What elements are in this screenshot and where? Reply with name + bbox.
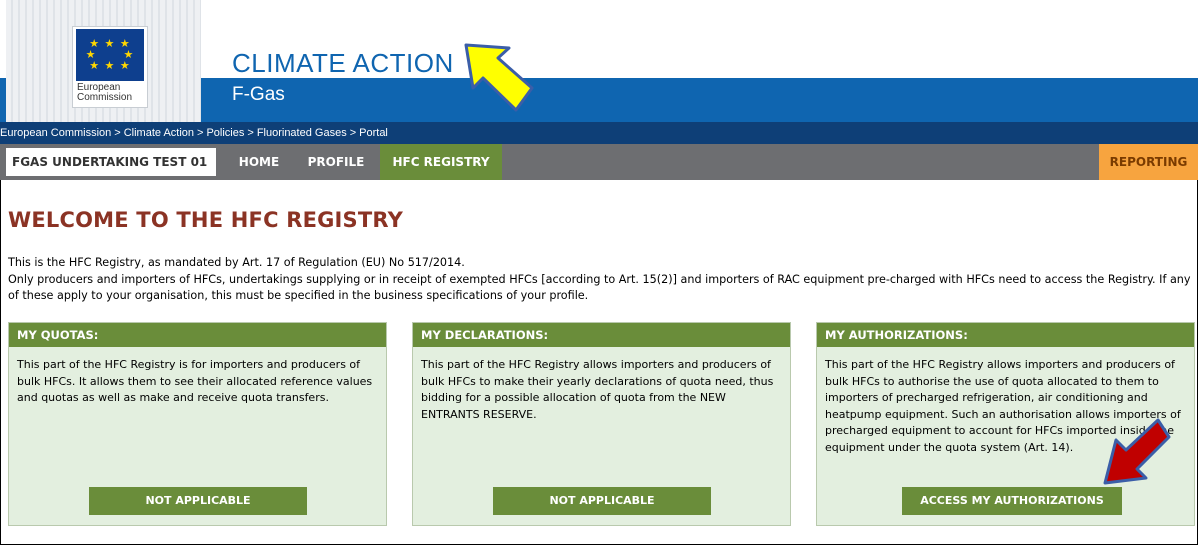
intro-text: This is the HFC Registry, as mandated by… [8, 255, 1193, 305]
breadcrumb-item-portal[interactable]: Portal [359, 127, 388, 139]
page-title: WELCOME TO THE HFC REGISTRY [8, 208, 404, 232]
panel-description: This part of the HFC Registry allows imp… [825, 358, 1181, 454]
european-commission-logo[interactable]: ★ ★ ★ ★ ★ ★ ★ ★ European Commission [72, 26, 148, 108]
breadcrumb-item-policies[interactable]: Policies [206, 127, 244, 139]
panel-title: MY AUTHORIZATIONS: [817, 323, 1194, 347]
access-my-authorizations-button[interactable]: ACCESS MY AUTHORIZATIONS [902, 487, 1122, 515]
tab-hfc-registry[interactable]: HFC REGISTRY [380, 144, 502, 180]
panel-title: MY DECLARATIONS: [413, 323, 790, 347]
main-nav: FGAS UNDERTAKING TEST 01 HOME PROFILE HF… [0, 144, 1198, 180]
breadcrumb-item-fluorinated-gases[interactable]: Fluorinated Gases [257, 127, 347, 139]
quotas-not-applicable-button[interactable]: NOT APPLICABLE [89, 487, 307, 515]
breadcrumb-item-european-commission[interactable]: European Commission [0, 127, 111, 139]
tab-profile[interactable]: PROFILE [296, 144, 376, 180]
logo-background: ★ ★ ★ ★ ★ ★ ★ ★ European Commission [6, 0, 201, 122]
eu-flag-icon: ★ ★ ★ ★ ★ ★ ★ ★ [76, 29, 144, 81]
breadcrumb: European Commission > Climate Action > Polic… [0, 122, 1198, 144]
breadcrumb-separator: > [247, 127, 254, 139]
breadcrumb-separator: > [197, 127, 204, 139]
panel-my-authorizations: MY AUTHORIZATIONS: This part of the HFC … [816, 322, 1195, 526]
panel-my-quotas: MY QUOTAS: This part of the HFC Registry… [8, 322, 387, 526]
panel-my-declarations: MY DECLARATIONS: This part of the HFC Re… [412, 322, 791, 526]
panel-description: This part of the HFC Registry is for imp… [17, 358, 373, 404]
intro-line-1: This is the HFC Registry, as mandated by… [8, 256, 465, 269]
panel-description: This part of the HFC Registry allows imp… [421, 358, 774, 421]
logo-text-line2: Commission [77, 92, 133, 103]
tab-home[interactable]: HOME [228, 144, 290, 180]
tab-reporting[interactable]: REPORTING [1099, 144, 1198, 180]
site-header: ★ ★ ★ ★ ★ ★ ★ ★ European Commission CLIMAT… [0, 0, 1198, 122]
site-subtitle: F-Gas [232, 84, 285, 105]
declarations-not-applicable-button[interactable]: NOT APPLICABLE [493, 487, 711, 515]
breadcrumb-separator: > [349, 127, 357, 139]
breadcrumb-separator: > [114, 127, 121, 139]
site-title: CLIMATE ACTION [232, 48, 454, 78]
organisation-name: FGAS UNDERTAKING TEST 01 [6, 148, 216, 176]
breadcrumb-item-climate-action[interactable]: Climate Action [124, 127, 194, 139]
panel-title: MY QUOTAS: [9, 323, 386, 347]
intro-line-2: Only producers and importers of HFCs, un… [8, 272, 1191, 303]
